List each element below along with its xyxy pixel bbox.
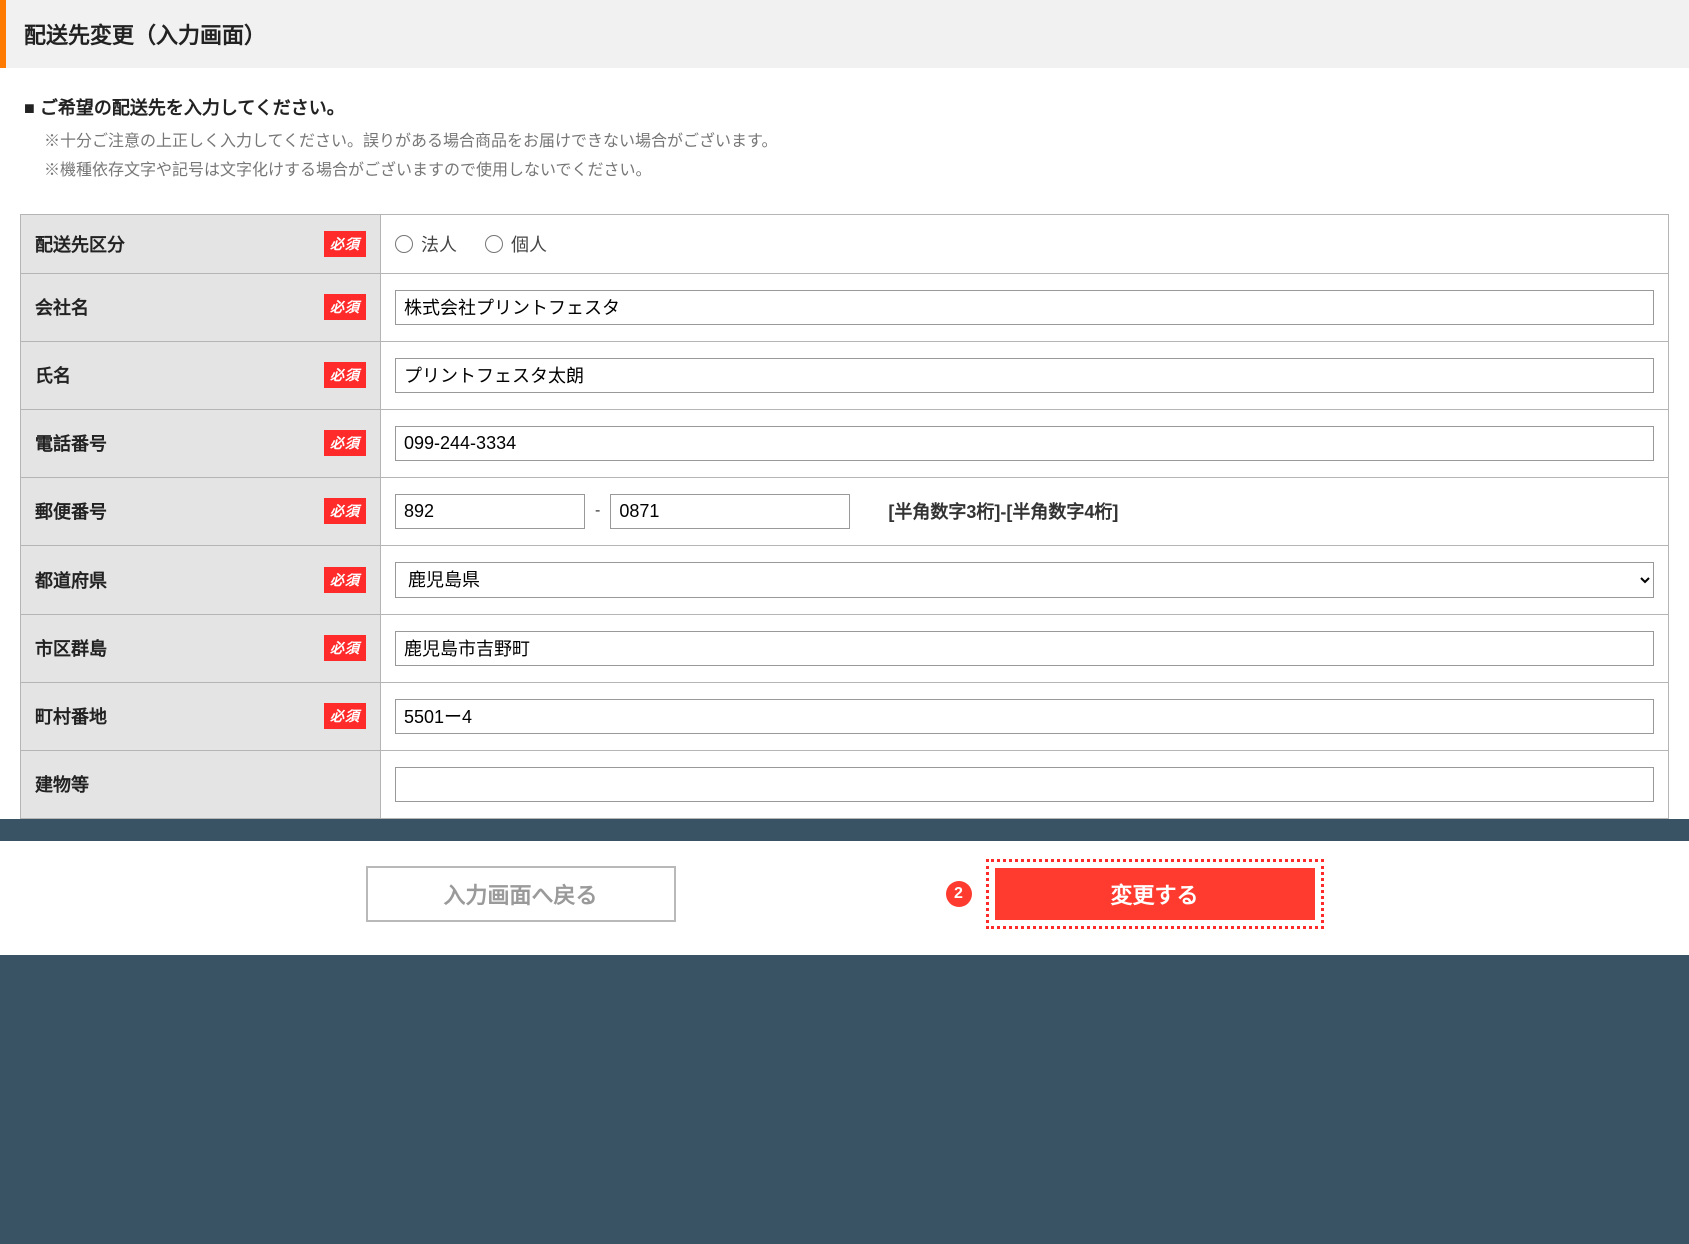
postal2-input[interactable]	[610, 494, 850, 529]
required-badge: 必須	[324, 294, 366, 320]
required-badge: 必須	[324, 567, 366, 593]
required-badge: 必須	[324, 430, 366, 456]
submit-highlight-frame: 変更する	[986, 859, 1324, 929]
city-input[interactable]	[395, 631, 1654, 666]
required-badge: 必須	[324, 498, 366, 524]
footer-bar: 入力画面へ戻る 2 変更する	[0, 841, 1689, 955]
page-header: 配送先変更（入力画面）	[0, 0, 1689, 68]
building-input[interactable]	[395, 767, 1654, 802]
label-building: 建物等	[35, 771, 89, 797]
phone-input[interactable]	[395, 426, 1654, 461]
radio-corporate-label: 法人	[421, 231, 457, 257]
required-badge: 必須	[324, 635, 366, 661]
prefecture-select[interactable]: 鹿児島県	[395, 562, 1654, 598]
postal-dash: -	[595, 502, 600, 520]
page-title: 配送先変更（入力画面）	[24, 18, 1671, 50]
label-phone: 電話番号	[35, 430, 107, 456]
submit-button[interactable]: 変更する	[995, 868, 1315, 920]
label-postal: 郵便番号	[35, 498, 107, 524]
name-input[interactable]	[395, 358, 1654, 393]
label-company: 会社名	[35, 294, 89, 320]
company-input[interactable]	[395, 290, 1654, 325]
intro-block: ■ ご希望の配送先を入力してください。 ※十分ご注意の上正しく入力してください。…	[0, 68, 1689, 204]
intro-note-1: ※十分ご注意の上正しく入力してください。誤りがある場合商品をお届けできない場合が…	[24, 128, 1665, 157]
street-input[interactable]	[395, 699, 1654, 734]
postal-hint: [半角数字3桁]-[半角数字4桁]	[888, 498, 1118, 524]
required-badge: 必須	[324, 362, 366, 388]
label-street: 町村番地	[35, 703, 107, 729]
required-badge: 必須	[324, 231, 366, 257]
radio-individual-label: 個人	[511, 231, 547, 257]
label-name: 氏名	[35, 362, 71, 388]
radio-individual-input[interactable]	[485, 235, 503, 253]
radio-corporate-input[interactable]	[395, 235, 413, 253]
required-badge: 必須	[324, 703, 366, 729]
label-prefecture: 都道府県	[35, 567, 107, 593]
back-button[interactable]: 入力画面へ戻る	[366, 866, 676, 922]
step-number-badge: 2	[946, 881, 972, 907]
intro-heading: ■ ご希望の配送先を入力してください。	[24, 94, 1665, 120]
radio-corporate[interactable]: 法人	[395, 231, 457, 257]
label-city: 市区群島	[35, 635, 107, 661]
postal1-input[interactable]	[395, 494, 585, 529]
label-category: 配送先区分	[35, 231, 125, 257]
radio-individual[interactable]: 個人	[485, 231, 547, 257]
shipping-form: 配送先区分 必須 法人 個人	[20, 214, 1669, 819]
intro-note-2: ※機種依存文字や記号は文字化けする場合がございますので使用しないでください。	[24, 157, 1665, 186]
